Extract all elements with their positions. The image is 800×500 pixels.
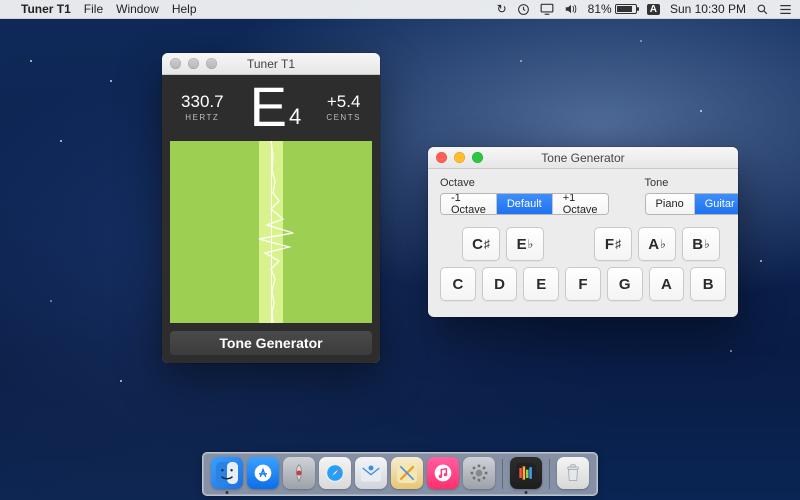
key-c[interactable]: C♯ [462, 227, 500, 261]
octave-option--1-octave[interactable]: +1 Octave [553, 194, 608, 214]
detected-note: E 4 [250, 83, 301, 131]
key-b[interactable]: B♭ [682, 227, 720, 261]
octave-segmented-control: -1 OctaveDefault+1 Octave [440, 193, 609, 215]
tuner-window-title: Tuner T1 [247, 57, 295, 71]
tone-option-guitar[interactable]: Guitar [695, 194, 738, 214]
dock-app-maps[interactable] [391, 457, 423, 489]
octave-label: Octave [440, 177, 609, 189]
dock-app-safari[interactable] [319, 457, 351, 489]
display-icon[interactable] [540, 3, 554, 15]
octave-option--1-octave[interactable]: -1 Octave [441, 194, 497, 214]
menu-file[interactable]: File [84, 2, 103, 16]
zoom-icon[interactable] [472, 152, 483, 163]
key-d[interactable]: D [482, 267, 518, 301]
menubar: Tuner T1 File Window Help ↻ 81% A Sun 10… [0, 0, 800, 19]
sharps-row: C♯E♭ F♯A♭B♭ [440, 227, 726, 261]
minimize-icon[interactable] [454, 152, 465, 163]
dock [202, 452, 598, 496]
tone-segmented-control: PianoGuitar [645, 193, 738, 215]
hertz-value: 330.7 [181, 92, 224, 112]
cents-label: CENTS [326, 113, 361, 122]
timemachine-icon[interactable] [517, 3, 530, 16]
tuner-titlebar[interactable]: Tuner T1 [162, 53, 380, 75]
naturals-row: CDEFGAB [440, 267, 726, 301]
note-octave: 4 [289, 108, 300, 131]
key-e[interactable]: E♭ [506, 227, 544, 261]
key-f[interactable]: F [565, 267, 601, 301]
tone-group: Tone PianoGuitar [645, 177, 738, 215]
tone-option-piano[interactable]: Piano [646, 194, 695, 214]
close-icon[interactable] [436, 152, 447, 163]
tuner-window: Tuner T1 330.7 HERTZ E 4 +5.4 CENTS Tone… [162, 53, 380, 363]
dock-app-launchpad[interactable] [283, 457, 315, 489]
minimize-icon[interactable] [188, 58, 199, 69]
menu-window[interactable]: Window [116, 2, 159, 16]
notification-center-icon[interactable] [779, 4, 792, 15]
dock-app-itunes[interactable] [427, 457, 459, 489]
dock-app-mail[interactable] [355, 457, 387, 489]
dock-app-finder[interactable] [211, 457, 243, 489]
dock-divider [549, 459, 550, 489]
tone-generator-button[interactable]: Tone Generator [170, 331, 372, 355]
key-a[interactable]: A♭ [638, 227, 676, 261]
dock-divider [502, 459, 503, 489]
tone-window-title: Tone Generator [541, 151, 624, 165]
sync-icon[interactable]: ↻ [497, 2, 507, 16]
dock-app-tuner-t1[interactable] [510, 457, 542, 489]
tuner-readout: 330.7 HERTZ E 4 +5.4 CENTS [162, 75, 380, 141]
tone-label: Tone [645, 177, 738, 189]
key-b[interactable]: B [690, 267, 726, 301]
key-e[interactable]: E [523, 267, 559, 301]
battery-icon [615, 4, 637, 14]
key-a[interactable]: A [649, 267, 685, 301]
hertz-label: HERTZ [181, 113, 224, 122]
key-g[interactable]: G [607, 267, 643, 301]
cents-value: +5.4 [326, 92, 361, 112]
battery-indicator[interactable]: 81% [588, 2, 637, 16]
spotlight-icon[interactable] [756, 3, 769, 16]
key-f[interactable]: F♯ [594, 227, 632, 261]
dock-app-preferences[interactable] [463, 457, 495, 489]
menubar-clock[interactable]: Sun 10:30 PM [670, 2, 746, 16]
pitch-waveform [170, 141, 372, 323]
input-language-indicator[interactable]: A [647, 4, 660, 15]
octave-option-default[interactable]: Default [497, 194, 553, 214]
tone-titlebar[interactable]: Tone Generator [428, 147, 738, 169]
tone-generator-window: Tone Generator Octave -1 OctaveDefault+1… [428, 147, 738, 317]
volume-icon[interactable] [564, 3, 578, 15]
dock-app-app-store[interactable] [247, 457, 279, 489]
tuner-pitch-display [170, 141, 372, 323]
octave-group: Octave -1 OctaveDefault+1 Octave [440, 177, 609, 215]
zoom-icon[interactable] [206, 58, 217, 69]
menubar-app-name[interactable]: Tuner T1 [21, 2, 71, 16]
dock-trash[interactable] [557, 457, 589, 489]
key-c[interactable]: C [440, 267, 476, 301]
note-letter: E [250, 83, 286, 131]
battery-percent-text: 81% [588, 2, 612, 16]
menu-help[interactable]: Help [172, 2, 197, 16]
close-icon[interactable] [170, 58, 181, 69]
